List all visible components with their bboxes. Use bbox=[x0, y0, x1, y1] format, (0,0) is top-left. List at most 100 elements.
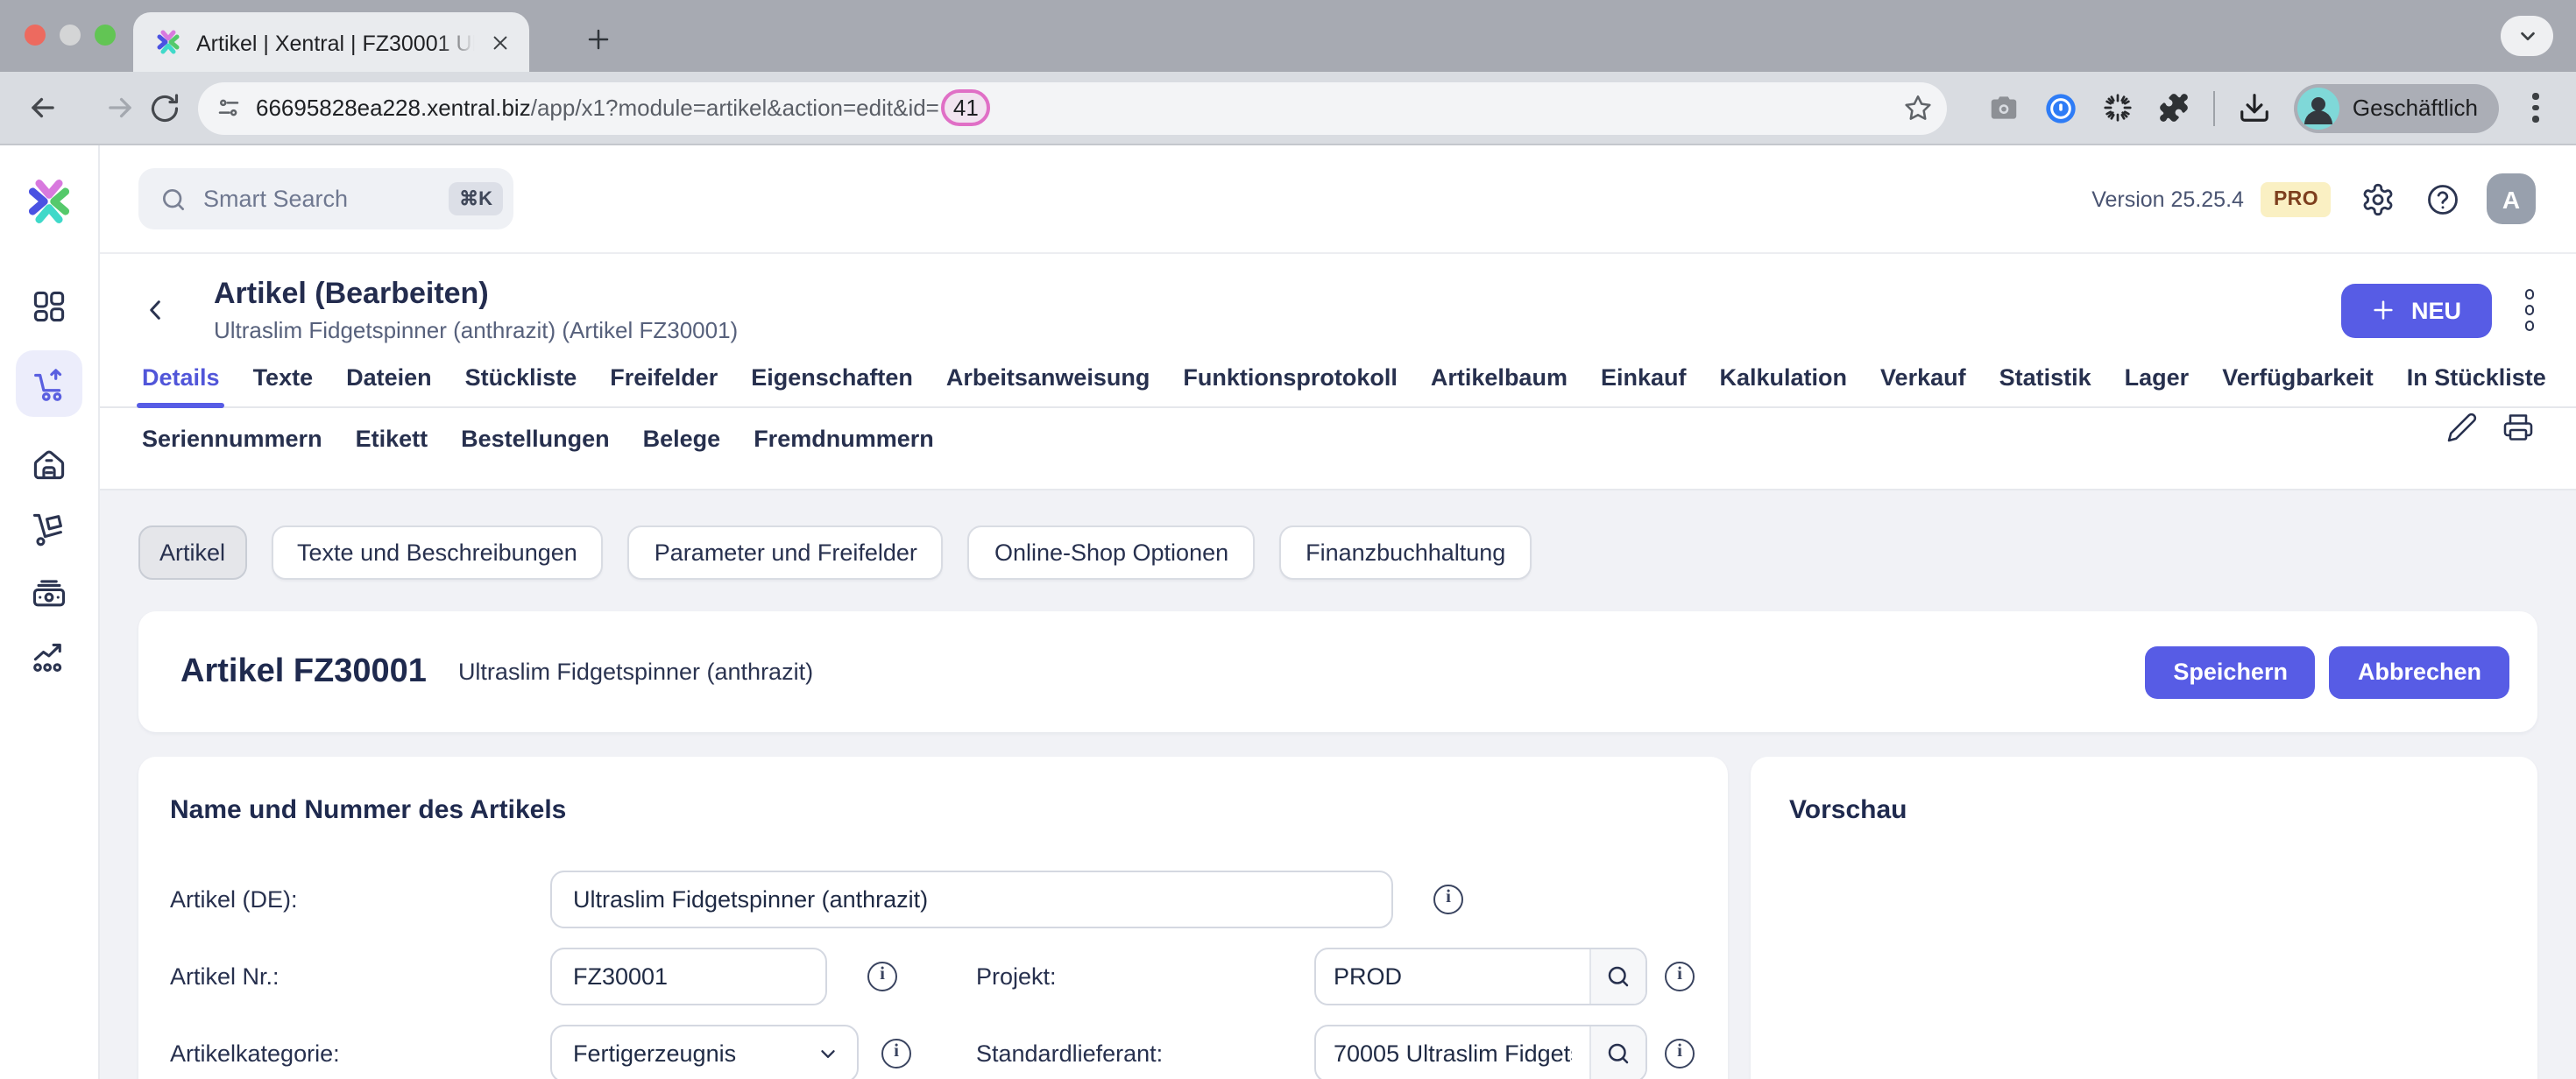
tab-search-button[interactable] bbox=[2501, 16, 2553, 56]
tab-close-icon[interactable] bbox=[484, 26, 515, 58]
url-bar[interactable]: 66695828ea228.xentral.biz/app/x1?module=… bbox=[198, 81, 1948, 134]
tab-seriennummern[interactable]: Seriennummern bbox=[142, 426, 322, 468]
standardlieferant-field bbox=[1314, 1025, 1647, 1079]
page-menu-icon[interactable] bbox=[2524, 290, 2534, 331]
settings-gear-icon[interactable] bbox=[2360, 181, 2396, 216]
window-controls bbox=[25, 25, 116, 46]
browser-back-icon[interactable] bbox=[25, 85, 60, 130]
sidebar-item-finance[interactable] bbox=[30, 575, 68, 613]
sidebar-item-sales[interactable] bbox=[16, 350, 82, 417]
edit-pencil-icon[interactable] bbox=[2446, 412, 2478, 443]
save-button[interactable]: Speichern bbox=[2145, 645, 2316, 698]
projekt-label: Projekt: bbox=[976, 963, 1314, 990]
standardlieferant-label: Standardlieferant: bbox=[976, 1040, 1314, 1067]
sidebar-item-logistics[interactable] bbox=[30, 510, 68, 548]
tab-belege[interactable]: Belege bbox=[643, 426, 721, 468]
tab-arbeitsanweisung[interactable]: Arbeitsanweisung bbox=[946, 364, 1150, 406]
loading-extension-icon[interactable] bbox=[2102, 91, 2135, 124]
pill-parameter-und-freifelder[interactable]: Parameter und Freifelder bbox=[628, 525, 944, 580]
minimize-window-button[interactable] bbox=[60, 25, 81, 46]
tab-lager[interactable]: Lager bbox=[2125, 364, 2190, 406]
article-title: Artikel FZ30001 bbox=[180, 652, 427, 691]
tab-etikett[interactable]: Etikett bbox=[356, 426, 428, 468]
browser-profile-button[interactable]: Geschäftlich bbox=[2295, 83, 2499, 132]
artikel-de-label: Artikel (DE): bbox=[170, 886, 550, 913]
artikel-de-input[interactable] bbox=[550, 871, 1393, 928]
browser-menu-icon[interactable] bbox=[2520, 94, 2551, 123]
browser-tabstrip: Artikel | Xentral | FZ30001 Ult bbox=[0, 0, 2576, 72]
tab-texte[interactable]: Texte bbox=[253, 364, 314, 406]
projekt-input[interactable] bbox=[1316, 949, 1589, 1004]
info-icon[interactable]: i bbox=[881, 1039, 911, 1068]
zoom-window-button[interactable] bbox=[95, 25, 116, 46]
downloads-icon[interactable] bbox=[2239, 91, 2272, 124]
tab-stueckliste[interactable]: Stückliste bbox=[465, 364, 577, 406]
neu-button[interactable]: NEU bbox=[2341, 283, 2491, 337]
tab-verfuegbarkeit[interactable]: Verfügbarkeit bbox=[2222, 364, 2374, 406]
sidebar-item-dashboard[interactable] bbox=[30, 287, 68, 326]
toolbar-separator bbox=[2214, 90, 2216, 125]
tab-in-stueckliste[interactable]: In Stückliste bbox=[2407, 364, 2546, 406]
artikelkategorie-select[interactable]: Fertigerzeugnis bbox=[550, 1025, 859, 1079]
pill-texte-und-beschreibungen[interactable]: Texte und Beschreibungen bbox=[271, 525, 604, 580]
tab-freifelder[interactable]: Freifelder bbox=[610, 364, 718, 406]
smart-search-input[interactable] bbox=[203, 186, 433, 212]
artikel-nr-input[interactable] bbox=[550, 948, 827, 1005]
browser-tab[interactable]: Artikel | Xentral | FZ30001 Ult bbox=[133, 12, 529, 72]
help-icon[interactable] bbox=[2425, 181, 2460, 216]
url-domain: 66695828ea228.xentral.biz bbox=[256, 95, 531, 121]
page-title: Artikel (Bearbeiten) bbox=[214, 277, 738, 312]
onepassword-extension-icon[interactable] bbox=[2044, 90, 2079, 125]
pill-artikel[interactable]: Artikel bbox=[138, 525, 246, 580]
main-area: ⌘K Version 25.25.4 PRO A bbox=[100, 145, 2576, 1079]
tab-statistik[interactable]: Statistik bbox=[1999, 364, 2091, 406]
info-icon[interactable]: i bbox=[1433, 885, 1463, 914]
info-icon[interactable]: i bbox=[1665, 1039, 1695, 1068]
projekt-search-icon[interactable] bbox=[1589, 949, 1645, 1004]
url-text: 66695828ea228.xentral.biz/app/x1?module=… bbox=[256, 89, 991, 126]
tab-kalkulation[interactable]: Kalkulation bbox=[1720, 364, 1848, 406]
tab-verkauf[interactable]: Verkauf bbox=[1880, 364, 1966, 406]
artikelkategorie-value: Fertigerzeugnis bbox=[573, 1040, 736, 1067]
form-row-artikelkategorie: Artikelkategorie: Fertigerzeugnis i Stan… bbox=[170, 1025, 1696, 1079]
tab-fremdnummern[interactable]: Fremdnummern bbox=[754, 426, 934, 468]
tab-bestellungen[interactable]: Bestellungen bbox=[461, 426, 610, 468]
xentral-logo-icon[interactable] bbox=[23, 175, 75, 228]
tab-funktionsprotokoll[interactable]: Funktionsprotokoll bbox=[1183, 364, 1398, 406]
tab-artikelbaum[interactable]: Artikelbaum bbox=[1431, 364, 1568, 406]
info-icon[interactable]: i bbox=[1665, 962, 1695, 991]
smart-search[interactable]: ⌘K bbox=[138, 168, 513, 229]
sidebar-item-warehouse[interactable] bbox=[30, 445, 68, 483]
url-path: /app/x1?module=artikel&action=edit&id= bbox=[531, 95, 939, 121]
extensions-puzzle-icon[interactable] bbox=[2158, 91, 2191, 124]
close-window-button[interactable] bbox=[25, 25, 46, 46]
chevron-down-icon bbox=[817, 1042, 839, 1065]
back-chevron-icon[interactable] bbox=[142, 296, 177, 324]
tab-eigenschaften[interactable]: Eigenschaften bbox=[751, 364, 913, 406]
pill-finanzbuchhaltung[interactable]: Finanzbuchhaltung bbox=[1279, 525, 1532, 580]
bookmark-star-icon[interactable] bbox=[1904, 93, 1934, 123]
new-tab-button[interactable] bbox=[578, 19, 617, 58]
tab-bar-secondary: Seriennummern Etikett Bestellungen Beleg… bbox=[142, 408, 2534, 489]
page-subtitle: Ultraslim Fidgetspinner (anthrazit) (Art… bbox=[214, 317, 738, 343]
tab-einkauf[interactable]: Einkauf bbox=[1601, 364, 1687, 406]
browser-reload-icon[interactable] bbox=[142, 85, 188, 130]
article-form-card: Name und Nummer des Artikels Artikel (DE… bbox=[138, 757, 1728, 1079]
tab-dateien[interactable]: Dateien bbox=[346, 364, 432, 406]
artikel-nr-label: Artikel Nr.: bbox=[170, 963, 550, 990]
standardlieferant-search-icon[interactable] bbox=[1589, 1026, 1645, 1079]
standardlieferant-input[interactable] bbox=[1316, 1026, 1589, 1079]
info-icon[interactable]: i bbox=[867, 962, 897, 991]
tab-details[interactable]: Details bbox=[142, 364, 220, 406]
search-icon bbox=[159, 185, 188, 213]
user-avatar[interactable]: A bbox=[2487, 173, 2536, 224]
pill-online-shop-optionen[interactable]: Online-Shop Optionen bbox=[968, 525, 1255, 580]
projekt-field bbox=[1314, 948, 1647, 1005]
screen: Artikel | Xentral | FZ30001 Ult bbox=[0, 0, 2576, 1079]
browser-forward-icon[interactable] bbox=[96, 85, 142, 130]
sidebar-item-statistics[interactable] bbox=[30, 638, 68, 676]
screenshot-extension-icon[interactable] bbox=[1988, 91, 2021, 124]
cancel-button[interactable]: Abbrechen bbox=[2330, 645, 2509, 698]
print-icon[interactable] bbox=[2502, 412, 2534, 443]
site-settings-icon[interactable] bbox=[216, 95, 242, 121]
